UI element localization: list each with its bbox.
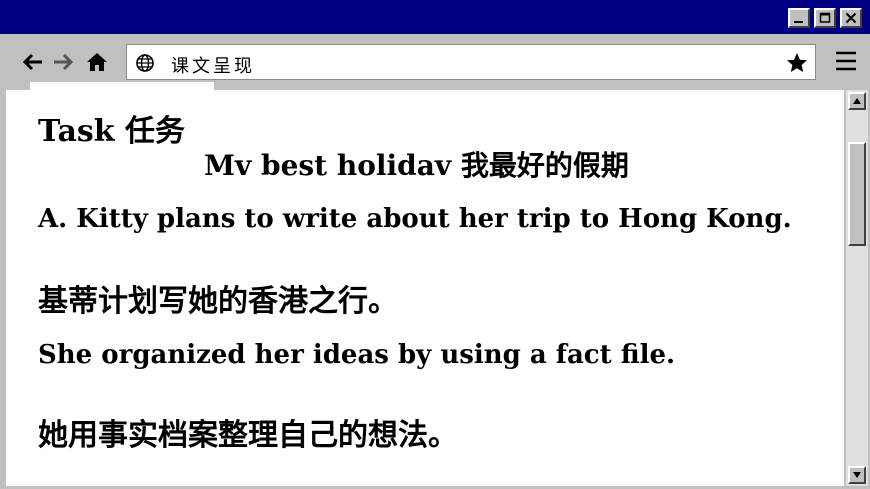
window-titlebar[interactable] xyxy=(0,0,870,36)
minimize-button[interactable] xyxy=(788,8,810,28)
arrow-up-icon xyxy=(853,98,861,104)
forward-button[interactable] xyxy=(50,50,76,74)
forward-arrow-icon xyxy=(54,53,74,71)
scroll-up-button[interactable] xyxy=(848,92,866,110)
scroll-down-button[interactable] xyxy=(848,466,866,484)
arrow-down-icon xyxy=(853,472,861,478)
home-icon xyxy=(87,53,107,71)
globe-icon xyxy=(136,54,154,72)
back-arrow-icon xyxy=(22,53,42,71)
back-button[interactable] xyxy=(20,50,46,74)
close-button[interactable] xyxy=(840,8,862,28)
task-heading: Task 任务 xyxy=(38,114,186,149)
text-line-english-1: A. Kitty plans to write about her trip t… xyxy=(38,204,792,234)
browser-toolbar: 课文呈现 xyxy=(0,36,870,88)
page-content: Task 任务 Mv best holidav 我最好的假期 A. Kitty … xyxy=(6,90,844,486)
home-button[interactable] xyxy=(84,50,110,74)
scrollbar-thumb[interactable] xyxy=(848,142,866,246)
text-line-english-2: She organized her ideas by using a fact … xyxy=(38,340,676,370)
address-bar[interactable]: 课文呈现 xyxy=(126,44,816,80)
menu-button[interactable] xyxy=(834,50,858,72)
minimize-icon xyxy=(794,21,803,23)
star-icon[interactable] xyxy=(785,51,809,75)
vertical-scrollbar[interactable] xyxy=(846,90,868,486)
text-line-chinese-1: 基蒂计划写她的香港之行。 xyxy=(38,284,398,319)
text-line-chinese-2: 她用事实档案整理自己的想法。 xyxy=(38,418,458,453)
window-controls xyxy=(788,8,862,28)
maximize-icon xyxy=(819,12,831,23)
hamburger-menu-icon xyxy=(836,51,856,71)
lesson-subtitle: Mv best holidav 我最好的假期 xyxy=(204,149,629,182)
close-icon xyxy=(845,12,857,24)
url-text[interactable]: 课文呈现 xyxy=(171,52,255,78)
maximize-button[interactable] xyxy=(814,8,836,28)
